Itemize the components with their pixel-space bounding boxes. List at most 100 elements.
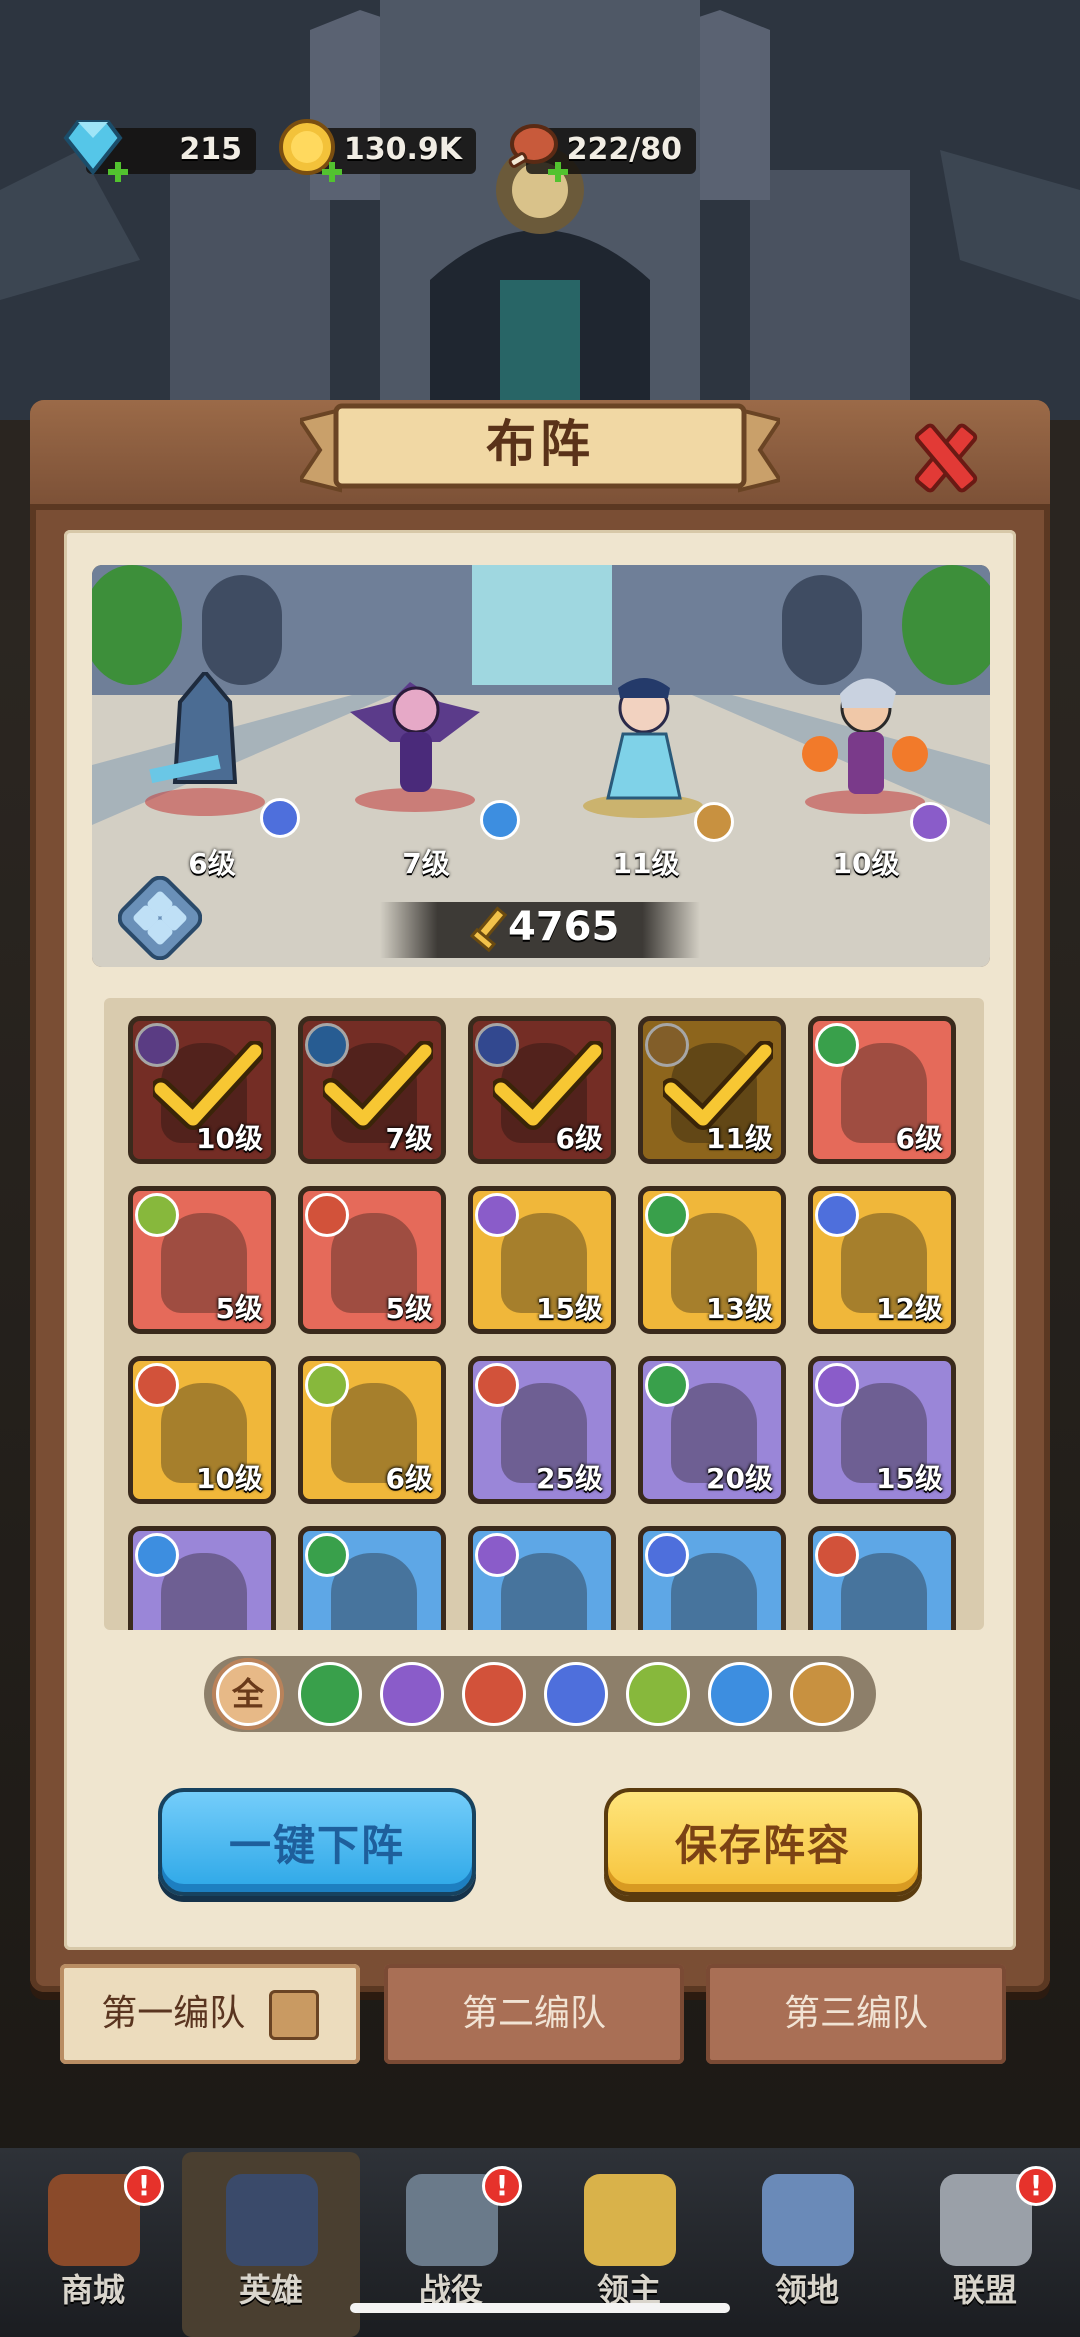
tab-team-1-label: 第一编队 bbox=[101, 1993, 246, 2034]
filter-paw-icon[interactable] bbox=[544, 1662, 608, 1726]
hero-card[interactable]: 6级 bbox=[298, 1356, 446, 1504]
hero-level: 6级 bbox=[555, 1122, 603, 1155]
class-bow-icon bbox=[645, 1193, 689, 1237]
nav-alliance-label: 联盟 bbox=[952, 2271, 1017, 2309]
tab-team-2-label: 第二编队 bbox=[461, 1993, 606, 2034]
sword-power-icon bbox=[469, 906, 508, 952]
hero-card[interactable] bbox=[128, 1526, 276, 1630]
hero-level: 5级 bbox=[215, 1292, 263, 1325]
save-lineup-button[interactable]: 保存阵容 bbox=[604, 1788, 922, 1896]
filter-wings-icon[interactable] bbox=[790, 1662, 854, 1726]
class-sword-icon bbox=[815, 1533, 859, 1577]
tab-team-1[interactable]: 第一编队 bbox=[60, 1964, 360, 2064]
hero-card[interactable]: 12级 bbox=[808, 1186, 956, 1334]
class-wand-icon bbox=[475, 1533, 519, 1577]
lineup-hero-3[interactable] bbox=[578, 668, 708, 818]
filter-sword-icon[interactable] bbox=[462, 1662, 526, 1726]
gold-counter[interactable]: 130.9K bbox=[279, 119, 476, 182]
lineup-hero-1[interactable] bbox=[140, 672, 270, 822]
hero-card[interactable]: 6级 bbox=[808, 1016, 956, 1164]
alliance-alert-icon: ! bbox=[1016, 2166, 1056, 2206]
tab-team-3[interactable]: 第三编队 bbox=[706, 1964, 1006, 2064]
hero-level: 15级 bbox=[536, 1292, 603, 1325]
hero-card[interactable] bbox=[298, 1526, 446, 1630]
hero-level: 6级 bbox=[895, 1122, 943, 1155]
panel-title: 布阵 bbox=[486, 415, 594, 473]
hero-card[interactable]: 6级 bbox=[468, 1016, 616, 1164]
close-icon[interactable] bbox=[906, 418, 986, 498]
lineup-badge-paw-icon bbox=[260, 798, 300, 838]
filter-skull-icon[interactable] bbox=[626, 1662, 690, 1726]
class-wand-icon bbox=[475, 1193, 519, 1237]
hero-card[interactable]: 5级 bbox=[128, 1186, 276, 1334]
gold-value: 130.9K bbox=[343, 132, 462, 167]
gems-value: 215 bbox=[179, 132, 242, 167]
lineup-hero-2[interactable] bbox=[350, 662, 480, 812]
hero-card[interactable]: 20级 bbox=[638, 1356, 786, 1504]
class-sword-icon bbox=[305, 1193, 349, 1237]
hero-level: 6级 bbox=[385, 1462, 433, 1495]
class-bow-icon bbox=[305, 1533, 349, 1577]
lineup-badge-wand-icon bbox=[910, 802, 950, 842]
hero-roster[interactable]: 10级 7级 6级 11级 6级 5级 5级 15级 13级 12级 10级 6级 25级 20级 15级 bbox=[104, 998, 984, 1630]
hero-card[interactable] bbox=[468, 1526, 616, 1630]
hero-card[interactable]: 11级 bbox=[638, 1016, 786, 1164]
add-gems-icon[interactable] bbox=[106, 160, 130, 184]
hero-card[interactable]: 25级 bbox=[468, 1356, 616, 1504]
nav-heroes-label: 英雄 bbox=[238, 2271, 303, 2309]
stamina-counter[interactable]: 222/80 bbox=[508, 124, 696, 182]
nav-territory-label: 领地 bbox=[774, 2271, 839, 2309]
class-filter-bar: 全 bbox=[204, 1656, 876, 1732]
unequip-all-button[interactable]: 一键下阵 bbox=[158, 1788, 476, 1896]
hero-cards-icon bbox=[226, 2174, 318, 2266]
formation-toggle-icon[interactable] bbox=[118, 876, 202, 960]
add-gold-icon[interactable] bbox=[320, 160, 344, 184]
tab-team-3-label: 第三编队 bbox=[783, 1993, 928, 2034]
tab-team-2[interactable]: 第二编队 bbox=[384, 1964, 684, 2064]
castle-icon bbox=[762, 2174, 854, 2266]
hero-card[interactable]: 5级 bbox=[298, 1186, 446, 1334]
hero-card[interactable] bbox=[808, 1526, 956, 1630]
hero-level: 13级 bbox=[706, 1292, 773, 1325]
filter-wand-icon[interactable] bbox=[380, 1662, 444, 1726]
hero-level: 7级 bbox=[385, 1122, 433, 1155]
lineup-badge-wings-icon bbox=[694, 802, 734, 842]
hero-card[interactable]: 13级 bbox=[638, 1186, 786, 1334]
lineup-hero-4[interactable] bbox=[800, 664, 930, 814]
class-paw-icon bbox=[815, 1193, 859, 1237]
hero-level: 10级 bbox=[196, 1462, 263, 1495]
nav-alliance[interactable]: ! 联盟 bbox=[896, 2152, 1074, 2337]
hero-level: 10级 bbox=[196, 1122, 263, 1155]
filter-bow-icon[interactable] bbox=[298, 1662, 362, 1726]
filter-swirl-icon[interactable] bbox=[708, 1662, 772, 1726]
nav-territory[interactable]: 领地 bbox=[718, 2152, 896, 2337]
hero-level: 25级 bbox=[536, 1462, 603, 1495]
class-paw-icon bbox=[645, 1533, 689, 1577]
crown-icon bbox=[584, 2174, 676, 2266]
class-wand-icon bbox=[815, 1363, 859, 1407]
lineup-hero-2-level: 7级 bbox=[402, 847, 450, 880]
gems-counter[interactable]: 215 bbox=[63, 120, 256, 182]
campaign-alert-icon: ! bbox=[482, 2166, 522, 2206]
class-swirl-icon bbox=[135, 1533, 179, 1577]
hero-card[interactable] bbox=[638, 1526, 786, 1630]
lineup-badge-swirl-icon bbox=[480, 800, 520, 840]
hero-card[interactable]: 10级 bbox=[128, 1016, 276, 1164]
nav-shop[interactable]: ! 商城 bbox=[4, 2152, 182, 2337]
combat-power-value: 4765 bbox=[508, 904, 620, 950]
class-bow-icon bbox=[815, 1023, 859, 1067]
stamina-value: 222/80 bbox=[566, 132, 682, 167]
hero-card[interactable]: 10级 bbox=[128, 1356, 276, 1504]
hero-level: 12级 bbox=[876, 1292, 943, 1325]
hero-level: 11级 bbox=[706, 1122, 773, 1155]
edit-feather-icon[interactable] bbox=[268, 1990, 319, 2040]
home-indicator[interactable] bbox=[350, 2303, 730, 2313]
hero-level: 5级 bbox=[385, 1292, 433, 1325]
hero-card[interactable]: 15级 bbox=[468, 1186, 616, 1334]
hero-level: 20级 bbox=[706, 1462, 773, 1495]
class-bow-icon bbox=[645, 1363, 689, 1407]
hero-card[interactable]: 7级 bbox=[298, 1016, 446, 1164]
nav-heroes[interactable]: 英雄 bbox=[182, 2152, 360, 2337]
hero-card[interactable]: 15级 bbox=[808, 1356, 956, 1504]
filter-all-button[interactable]: 全 bbox=[216, 1662, 280, 1726]
